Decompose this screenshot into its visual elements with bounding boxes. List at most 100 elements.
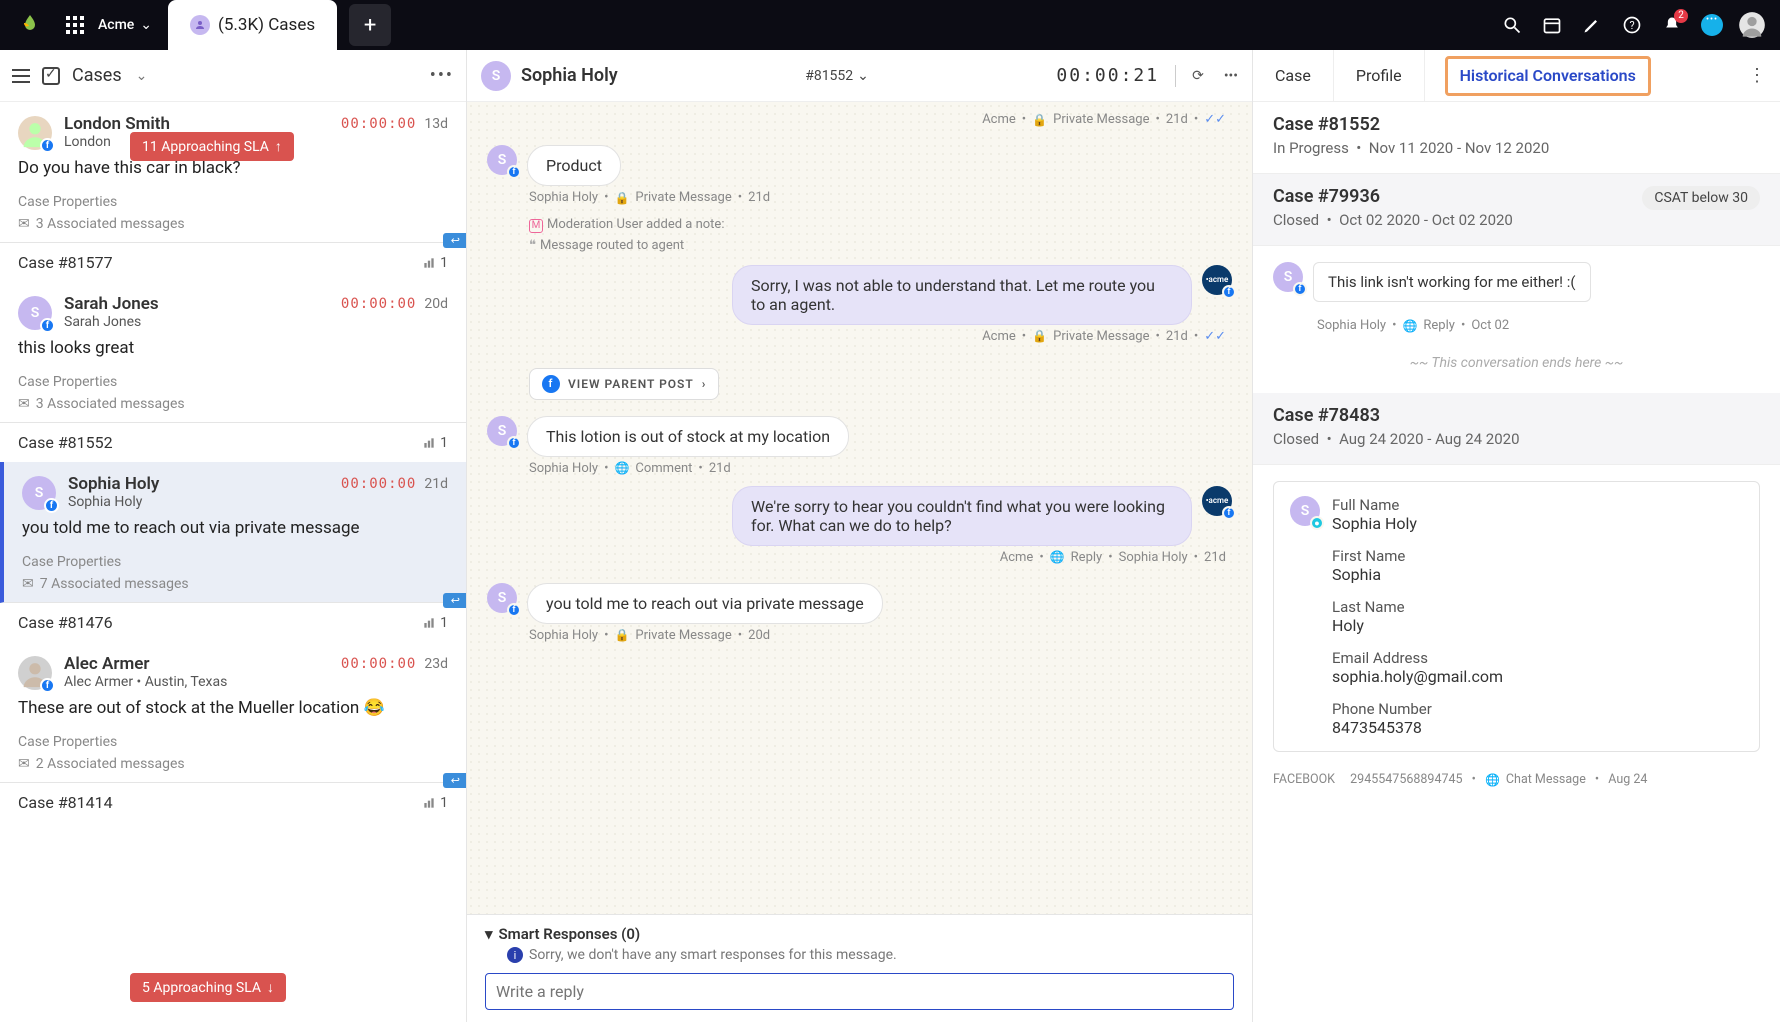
arrow-up-icon: ↑ xyxy=(275,138,282,155)
message-source-footer: FACEBOOK 2945547568894745 • 🌐Chat Messag… xyxy=(1253,768,1780,793)
conversation-header: S Sophia Holy #81552⌄ 00:00:21 ⟳ ••• xyxy=(467,50,1252,102)
chat-icon[interactable] xyxy=(1692,5,1732,45)
tab-profile[interactable]: Profile xyxy=(1334,50,1425,101)
tab-case[interactable]: Case xyxy=(1253,50,1334,101)
tab-label: (5.3K) Cases xyxy=(218,15,315,35)
lock-icon: 🔒 xyxy=(614,628,629,642)
associated-messages-link[interactable]: ✉3 Associated messages xyxy=(18,390,448,412)
avatar: Sf xyxy=(487,145,517,175)
message-bubble[interactable]: This lotion is out of stock at my locati… xyxy=(527,416,849,457)
case-properties-link[interactable]: Case Properties xyxy=(18,728,448,750)
view-parent-post-button[interactable]: fVIEW PARENT POST› xyxy=(529,368,719,400)
tab-historical-conversations[interactable]: Historical Conversations xyxy=(1445,56,1651,96)
message-bubble-outgoing[interactable]: We're sorry to hear you couldn't find wh… xyxy=(732,486,1192,546)
message-meta: Sophia Holy•🌐Comment•21d xyxy=(529,461,1232,476)
envelope-icon: ✉ xyxy=(18,756,30,772)
topbar: Acme ⌄ (5.3K) Cases + ? 2 xyxy=(0,0,1780,50)
more-icon[interactable]: ••• xyxy=(430,65,454,86)
edit-icon[interactable] xyxy=(1572,5,1612,45)
user-avatar-icon[interactable] xyxy=(1732,5,1772,45)
envelope-icon: ✉ xyxy=(18,216,30,232)
calendar-icon[interactable] xyxy=(1532,5,1572,45)
case-item[interactable]: f Alec Armer Alec Armer • Austin, Texas … xyxy=(0,642,466,783)
historical-case[interactable]: CSAT below 30 Case #79936 Closed • Oct 0… xyxy=(1253,174,1780,246)
avatar: Sf xyxy=(22,476,56,510)
case-properties-link[interactable]: Case Properties xyxy=(22,548,448,570)
sla-approaching-pill[interactable]: 11 Approaching SLA↑ xyxy=(130,132,294,161)
svg-text:?: ? xyxy=(1629,19,1634,32)
envelope-icon: ✉ xyxy=(18,396,30,412)
tab-cases[interactable]: (5.3K) Cases xyxy=(168,0,337,50)
case-group-header[interactable]: ↩ Case #81577 1 xyxy=(0,243,466,282)
case-item[interactable]: f London Smith London 00:00:0013d Do you… xyxy=(0,102,466,243)
facebook-icon: f xyxy=(542,375,560,393)
reply-flag-icon: ↩ xyxy=(443,773,466,788)
message-meta: Acme•🌐Reply•Sophia Holy•21d xyxy=(487,548,1232,575)
conversation-panel: S Sophia Holy #81552⌄ 00:00:21 ⟳ ••• Acm… xyxy=(467,50,1253,1022)
more-icon[interactable]: ⋮ xyxy=(1734,65,1780,86)
globe-icon: 🌐 xyxy=(1485,773,1500,787)
avatar: Sf xyxy=(487,583,517,613)
case-properties-link[interactable]: Case Properties xyxy=(18,188,448,210)
message-bubble-outgoing[interactable]: Sorry, I was not able to understand that… xyxy=(732,265,1192,325)
message-bubble[interactable]: Product xyxy=(527,145,621,186)
chevron-down-icon[interactable]: ⌄ xyxy=(140,17,152,33)
read-receipt-icon: ✓✓ xyxy=(1204,329,1226,344)
avatar: Sf xyxy=(487,416,517,446)
csat-badge: CSAT below 30 xyxy=(1642,186,1760,210)
contact-name[interactable]: Sophia Holy xyxy=(521,65,618,86)
smart-responses-toggle[interactable]: ▾Smart Responses (0) xyxy=(467,915,1252,947)
add-tab-button[interactable]: + xyxy=(349,4,391,46)
help-icon[interactable]: ? xyxy=(1612,5,1652,45)
workspace-name[interactable]: Acme xyxy=(98,17,134,33)
search-icon[interactable] xyxy=(1492,5,1532,45)
avatar: S xyxy=(481,61,511,91)
facebook-icon: f xyxy=(40,678,55,693)
refresh-icon[interactable]: ⟳ xyxy=(1192,68,1204,84)
case-list-header: Cases ⌄ ••• xyxy=(0,50,466,102)
chevron-right-icon: › xyxy=(702,377,707,391)
moderation-icon: M xyxy=(529,219,543,233)
historical-message-meta: Sophia Holy•🌐Reply•Oct 02 xyxy=(1317,318,1760,333)
notifications-icon[interactable]: 2 xyxy=(1652,5,1692,45)
associated-messages-link[interactable]: ✉2 Associated messages xyxy=(18,750,448,772)
sla-approaching-pill[interactable]: 5 Approaching SLA↓ xyxy=(130,973,286,1002)
list-title[interactable]: Cases xyxy=(72,65,122,86)
facebook-icon: f xyxy=(507,165,521,179)
tab-avatar-icon xyxy=(190,15,210,35)
case-group-header[interactable]: ↩ Case #81476 1 xyxy=(0,603,466,642)
arrow-down-icon: ↓ xyxy=(267,979,274,996)
menu-icon[interactable] xyxy=(12,69,30,83)
associated-messages-link[interactable]: ✉3 Associated messages xyxy=(18,210,448,232)
message-meta: Sophia Holy•🔒Private Message•21d xyxy=(529,190,1232,205)
more-icon[interactable]: ••• xyxy=(1224,68,1238,84)
case-number-dropdown[interactable]: #81552⌄ xyxy=(805,68,869,84)
historical-case[interactable]: Case #78483 Closed • Aug 24 2020 - Aug 2… xyxy=(1253,393,1780,465)
avatar: Sf xyxy=(1273,262,1303,292)
avatar: f xyxy=(18,116,52,150)
select-all-checkbox[interactable] xyxy=(42,67,60,85)
case-item[interactable]: Sf Sarah Jones Sarah Jones 00:00:0020d t… xyxy=(0,282,466,423)
case-group-header[interactable]: ↩ Case #81414 1 xyxy=(0,783,466,822)
case-group-header[interactable]: Case #81552 1 xyxy=(0,423,466,462)
bar-chart-icon xyxy=(422,436,436,450)
bar-chart-icon xyxy=(422,256,436,270)
caret-down-icon: ▾ xyxy=(485,925,493,943)
case-item-active[interactable]: Sf Sophia Holy Sophia Holy 00:00:0021d y… xyxy=(0,462,466,603)
chevron-down-icon[interactable]: ⌄ xyxy=(136,68,148,84)
message-bubble[interactable]: you told me to reach out via private mes… xyxy=(527,583,883,624)
facebook-icon: f xyxy=(40,318,55,333)
smart-responses-empty: iSorry, we don't have any smart response… xyxy=(467,947,1252,973)
facebook-icon: f xyxy=(1222,285,1236,299)
apps-menu-icon[interactable] xyxy=(66,16,84,34)
historical-case[interactable]: Case #81552 In Progress • Nov 11 2020 - … xyxy=(1253,102,1780,174)
reply-input[interactable] xyxy=(485,973,1234,1010)
case-properties-link[interactable]: Case Properties xyxy=(18,368,448,390)
associated-messages-link[interactable]: ✉7 Associated messages xyxy=(22,570,448,592)
avatar: Sf xyxy=(18,296,52,330)
brand-avatar: •acmef xyxy=(1202,486,1232,516)
lock-icon: 🔒 xyxy=(1032,113,1047,127)
message-meta: Acme•🔒Private Message•21d•✓✓ xyxy=(487,327,1232,354)
facebook-icon: f xyxy=(44,498,59,513)
bar-chart-icon xyxy=(422,616,436,630)
